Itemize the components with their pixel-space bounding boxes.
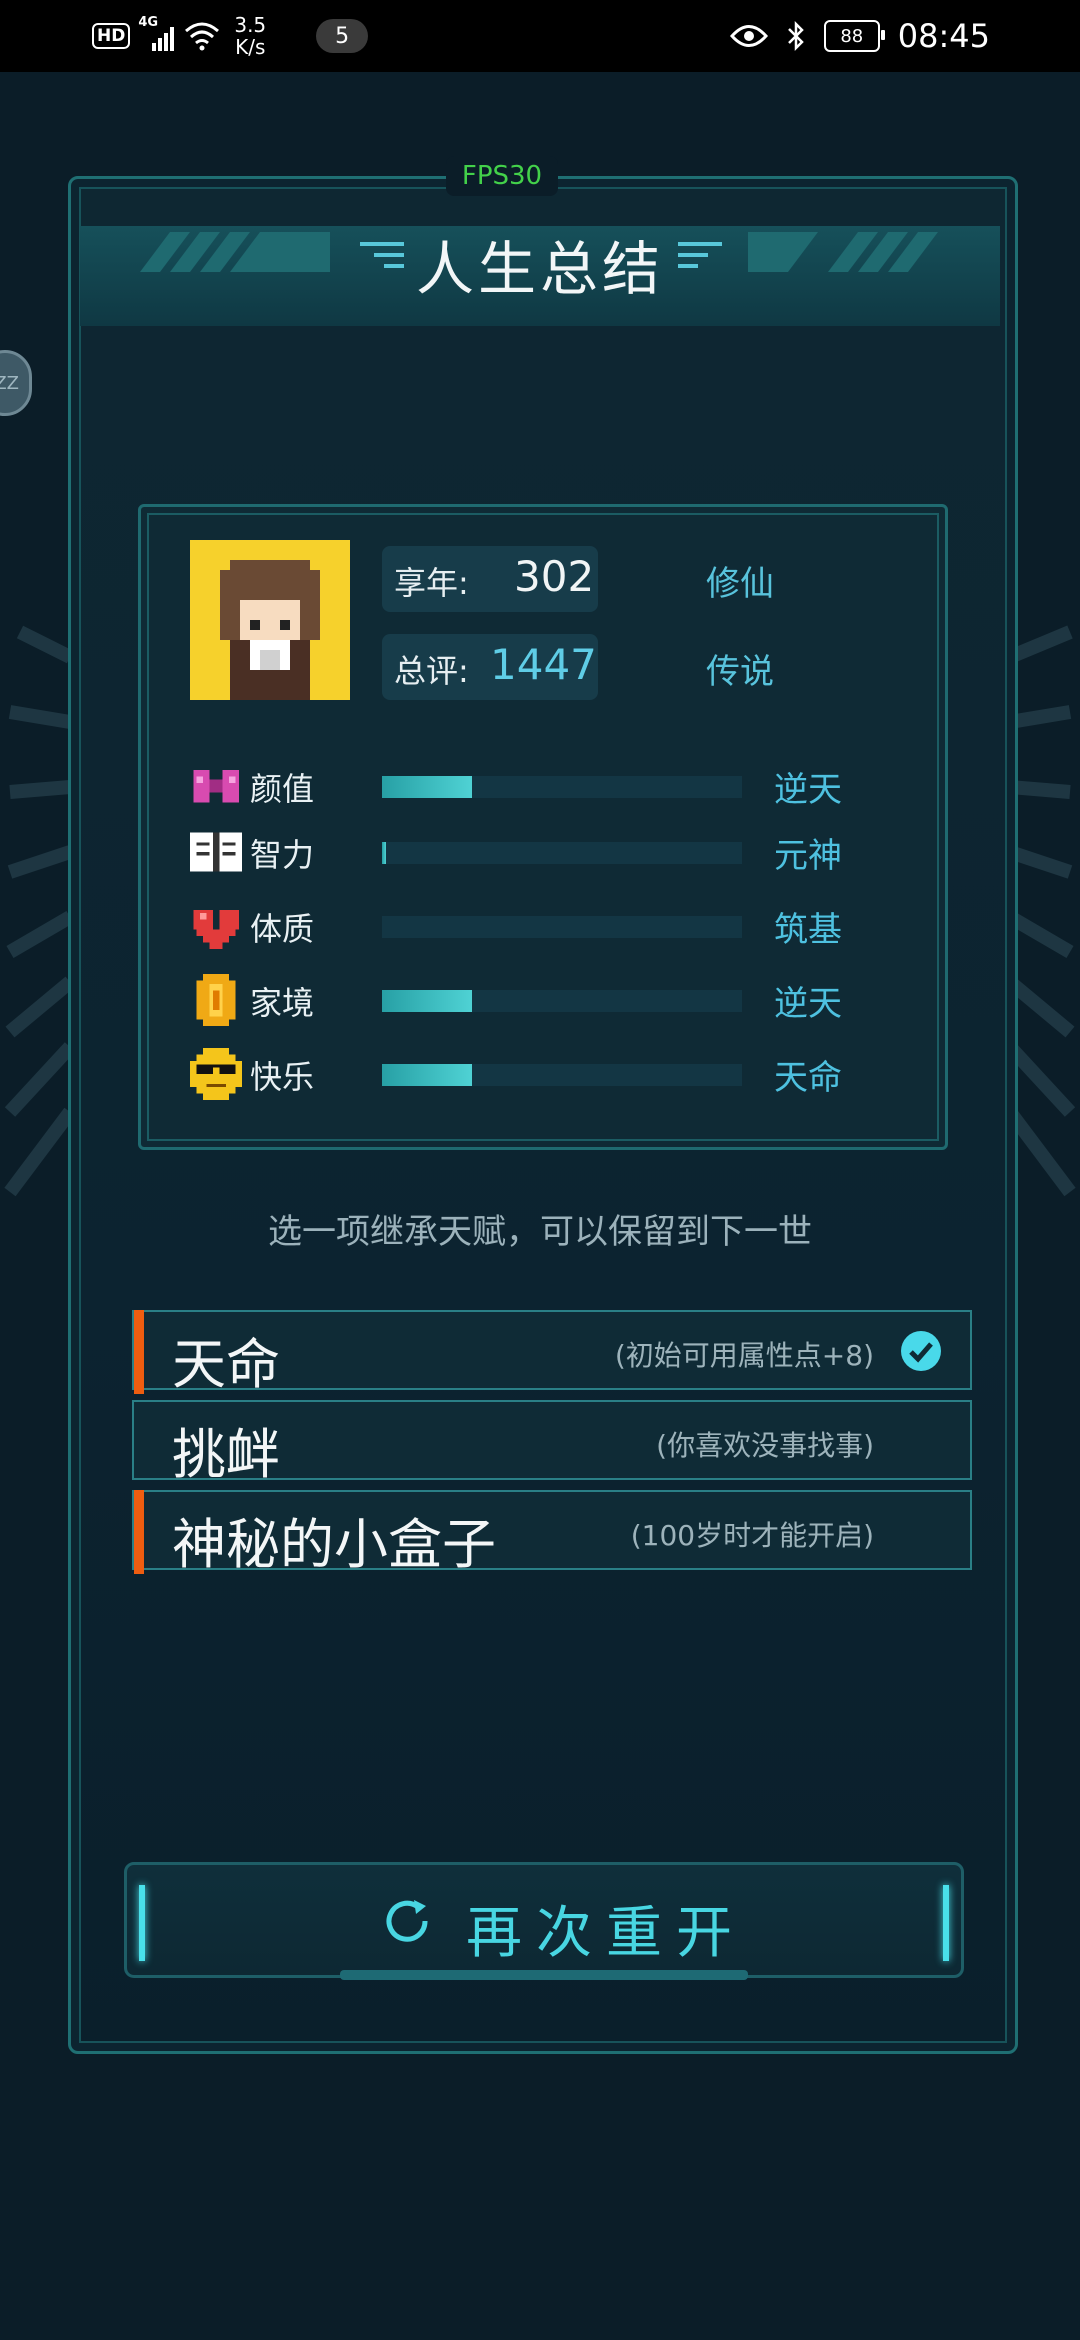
book-icon — [190, 832, 242, 872]
attr-grade-constitution: 筑基 — [774, 910, 842, 950]
heart-icon — [193, 909, 239, 949]
battery-level: 88 — [840, 25, 864, 47]
hd-badge: HD — [92, 23, 131, 49]
attr-bar-looks — [382, 776, 742, 798]
attr-bar-constitution — [382, 916, 742, 938]
clock: 08:45 — [897, 17, 990, 55]
attr-fill-family — [382, 990, 472, 1012]
restart-edge-left — [139, 1885, 145, 1961]
talent-option-destiny[interactable]: 天命 (初始可用属性点+8) — [132, 1310, 972, 1396]
attr-grade-happiness: 天命 — [774, 1058, 842, 1098]
attr-bar-family — [382, 990, 742, 1012]
net-speed-unit: K/s — [235, 35, 266, 59]
status-bar: HD 4G 3.5 K/s 5 88 08:45 — [0, 0, 1080, 72]
signal-icon: 4G — [138, 15, 175, 51]
talent-accent — [134, 1310, 144, 1394]
avatar — [190, 540, 350, 700]
net-speed: 3.5 K/s — [234, 14, 266, 58]
wifi-icon — [185, 22, 220, 51]
bow-icon — [193, 769, 239, 803]
restart-edge-right — [943, 1885, 949, 1961]
attr-label-looks: 颜值 — [250, 770, 315, 808]
age-rank: 修仙 — [706, 564, 774, 604]
score-rank: 传说 — [706, 652, 774, 692]
attr-fill-happiness — [382, 1064, 472, 1086]
coin-icon — [196, 974, 236, 1026]
score-value: 1447 — [490, 640, 597, 689]
score-label: 总评: — [394, 652, 469, 690]
refresh-icon — [386, 1900, 428, 1942]
talent-desc: (100岁时才能开启) — [630, 1519, 874, 1552]
age-label: 享年: — [394, 564, 469, 602]
restart-underline — [340, 1970, 748, 1980]
check-circle-icon — [901, 1331, 941, 1371]
attr-label-family: 家境 — [250, 984, 315, 1022]
talent-name: 神秘的小盒子 — [172, 1513, 496, 1576]
attr-bar-intelligence — [382, 842, 742, 864]
talent-desc: (初始可用属性点+8) — [614, 1339, 874, 1372]
attr-label-intelligence: 智力 — [250, 836, 315, 874]
attr-grade-looks: 逆天 — [774, 770, 842, 810]
attr-grade-intelligence: 元神 — [774, 836, 842, 876]
talent-name: 挑衅 — [172, 1423, 280, 1486]
attr-fill-looks — [382, 776, 472, 798]
status-left: HD 4G 3.5 K/s 5 — [92, 10, 369, 62]
sunglasses-face-icon — [190, 1048, 242, 1100]
net-speed-value: 3.5 — [234, 13, 267, 37]
floating-handle[interactable]: ZZ — [0, 350, 32, 416]
status-right: 88 08:45 — [729, 10, 990, 62]
fps-counter: FPS30 — [446, 156, 558, 196]
talent-desc: (你喜欢没事找事) — [656, 1429, 874, 1462]
attr-fill-intelligence — [382, 842, 386, 864]
talent-accent — [134, 1490, 144, 1574]
eye-icon — [729, 25, 768, 47]
age-value: 302 — [514, 552, 595, 601]
battery-icon: 88 — [823, 20, 885, 52]
bluetooth-icon — [787, 20, 804, 52]
page-title: 人生总结 — [415, 235, 664, 303]
notification-badge: 5 — [316, 19, 369, 53]
talent-name: 天命 — [172, 1333, 280, 1396]
attr-label-happiness: 快乐 — [250, 1058, 315, 1096]
talent-option-mystery-box[interactable]: 神秘的小盒子 (100岁时才能开启) — [132, 1490, 972, 1576]
attr-label-constitution: 体质 — [250, 910, 315, 948]
attr-grade-family: 逆天 — [774, 984, 842, 1024]
talent-option-provoke[interactable]: 挑衅 (你喜欢没事找事) — [132, 1400, 972, 1486]
restart-label: 再次重开 — [466, 1901, 746, 1966]
attr-bar-happiness — [382, 1064, 742, 1086]
network-type: 4G — [138, 15, 159, 30]
inherit-hint: 选一项继承天赋，可以保留到下一世 — [268, 1212, 812, 1252]
